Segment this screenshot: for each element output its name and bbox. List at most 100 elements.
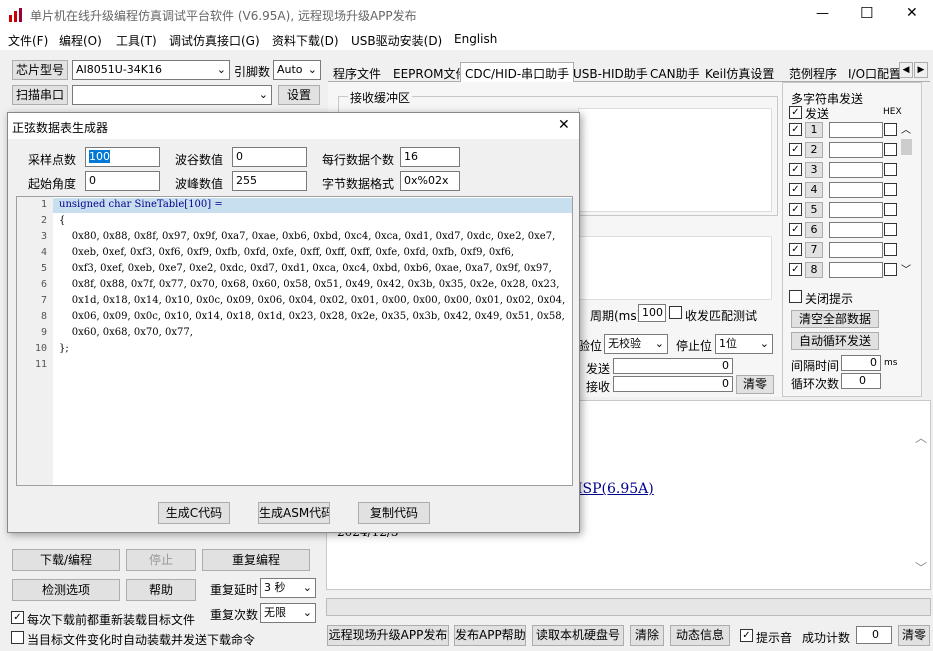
row-send-button[interactable]: 2 xyxy=(805,142,823,158)
tab-cdc-hid-serial[interactable]: CDC/HID-串口助手 xyxy=(460,62,575,83)
close-prompt-checkbox[interactable] xyxy=(789,290,802,303)
tab-can[interactable]: CAN助手 xyxy=(650,65,700,82)
row-send-checkbox[interactable]: ✓ xyxy=(789,263,802,276)
row-send-checkbox[interactable]: ✓ xyxy=(789,203,802,216)
row-hex-checkbox[interactable] xyxy=(884,143,897,156)
auto-loop-button[interactable]: 自动循环发送 xyxy=(791,332,879,350)
row-string-input[interactable] xyxy=(829,222,883,238)
help-button[interactable]: 帮助 xyxy=(126,579,196,601)
dynamic-info-button[interactable]: 动态信息 xyxy=(670,625,730,646)
loop-count-input[interactable]: 0 xyxy=(841,373,881,389)
code-editor[interactable]: 1 unsigned char SineTable[100] = 2 {3 0x80,… xyxy=(16,196,573,486)
minimize-button[interactable]: — xyxy=(816,6,829,21)
row-string-input[interactable] xyxy=(829,162,883,178)
menu-tools[interactable]: 工具(T) xyxy=(116,32,157,49)
generate-c-button[interactable]: 生成C代码 xyxy=(158,502,230,524)
dialog-close-button[interactable]: ✕ xyxy=(558,117,570,133)
menu-program[interactable]: 编程(O) xyxy=(59,32,102,49)
log-scroll-down-icon[interactable]: ﹀ xyxy=(915,559,927,576)
log-scroll-up-icon[interactable]: ︿ xyxy=(915,429,927,446)
row-hex-checkbox[interactable] xyxy=(884,243,897,256)
row-send-checkbox[interactable]: ✓ xyxy=(789,183,802,196)
row-hex-checkbox[interactable] xyxy=(884,263,897,276)
per-line-input[interactable]: 16 xyxy=(400,147,460,167)
row-send-checkbox[interactable]: ✓ xyxy=(789,243,802,256)
port-select[interactable]: ⌄ xyxy=(72,85,272,105)
recv-text-area[interactable] xyxy=(578,108,772,212)
row-send-button[interactable]: 8 xyxy=(805,262,823,278)
menu-file[interactable]: 文件(F) xyxy=(8,32,48,49)
download-button[interactable]: 下载/编程 xyxy=(12,549,120,571)
stop-button[interactable]: 停止 xyxy=(126,549,196,571)
period-input[interactable]: 100 xyxy=(638,304,666,322)
publish-app-button[interactable]: 远程现场升级APP发布 xyxy=(327,625,449,646)
row-string-input[interactable] xyxy=(829,202,883,218)
menu-debug[interactable]: 调试仿真接口(G) xyxy=(169,32,260,49)
tab-program-file[interactable]: 程序文件 xyxy=(333,65,381,82)
repeat-delay-select[interactable]: 3 秒 ⌄ xyxy=(260,578,316,598)
clear-count-button[interactable]: 清零 xyxy=(736,375,774,394)
row-hex-checkbox[interactable] xyxy=(884,123,897,136)
chip-model-button[interactable]: 芯片型号 xyxy=(12,60,68,80)
check-options-button[interactable]: 检测选项 xyxy=(12,579,120,601)
tab-eeprom-file[interactable]: EEPROM文件 xyxy=(393,65,468,82)
menu-english[interactable]: English xyxy=(454,32,497,46)
send-text-area[interactable] xyxy=(578,236,772,300)
multi-scrollbar[interactable]: ︿ ﹀ xyxy=(899,121,913,276)
tab-scroll-left-icon[interactable]: ◀ xyxy=(899,62,913,78)
clear-success-button[interactable]: 清零 xyxy=(898,625,930,646)
row-string-input[interactable] xyxy=(829,122,883,138)
maximize-button[interactable]: ☐ xyxy=(860,4,873,22)
peak-input[interactable]: 255 xyxy=(232,171,307,191)
row-hex-checkbox[interactable] xyxy=(884,163,897,176)
tab-io-config[interactable]: I/O口配置 xyxy=(848,65,900,82)
menu-download[interactable]: 资料下载(D) xyxy=(272,32,339,49)
row-string-input[interactable] xyxy=(829,142,883,158)
repeat-count-select[interactable]: 无限 ⌄ xyxy=(260,603,316,623)
stop-bit-select[interactable]: 1位 ⌄ xyxy=(715,334,773,354)
valley-input[interactable]: 0 xyxy=(232,147,307,167)
generate-asm-button[interactable]: 生成ASM代码 xyxy=(258,502,330,524)
scroll-down-icon[interactable]: ﹀ xyxy=(901,261,911,276)
row-send-checkbox[interactable]: ✓ xyxy=(789,143,802,156)
read-hdd-button[interactable]: 读取本机硬盘号 xyxy=(532,625,624,646)
chip-model-select[interactable]: AI8051U-34K16 ⌄ xyxy=(72,60,230,80)
recv-match-checkbox[interactable] xyxy=(669,306,682,319)
copy-code-button[interactable]: 复制代码 xyxy=(358,502,430,524)
scroll-thumb[interactable] xyxy=(901,139,912,155)
pins-select[interactable]: Auto ⌄ xyxy=(273,60,321,80)
row-send-button[interactable]: 4 xyxy=(805,182,823,198)
publish-help-button[interactable]: 发布APP帮助 xyxy=(454,625,526,646)
check-bit-select[interactable]: 无校验 ⌄ xyxy=(604,334,668,354)
scan-port-button[interactable]: 扫描串口 xyxy=(12,85,68,105)
clear-log-button[interactable]: 清除 xyxy=(630,625,664,646)
tab-examples[interactable]: 范例程序 xyxy=(789,65,837,82)
row-send-button[interactable]: 7 xyxy=(805,242,823,258)
row-send-button[interactable]: 1 xyxy=(805,122,823,138)
samples-input[interactable]: 100 xyxy=(85,147,160,167)
row-send-button[interactable]: 6 xyxy=(805,222,823,238)
reprogram-button[interactable]: 重复编程 xyxy=(202,549,310,571)
row-send-checkbox[interactable]: ✓ xyxy=(789,223,802,236)
row-send-button[interactable]: 3 xyxy=(805,162,823,178)
clear-all-button[interactable]: 清空全部数据 xyxy=(791,310,879,328)
scroll-up-icon[interactable]: ︿ xyxy=(901,121,911,136)
log-link[interactable]: ISP(6.95A) xyxy=(577,481,654,497)
reload-before-download-checkbox[interactable]: ✓ xyxy=(11,611,24,624)
tab-keil-settings[interactable]: Keil仿真设置 xyxy=(705,65,774,82)
row-send-checkbox[interactable]: ✓ xyxy=(789,163,802,176)
format-input[interactable]: 0x%02x xyxy=(400,171,460,191)
row-hex-checkbox[interactable] xyxy=(884,203,897,216)
row-string-input[interactable] xyxy=(829,182,883,198)
menu-usb-driver[interactable]: USB驱动安装(D) xyxy=(351,32,442,49)
row-hex-checkbox[interactable] xyxy=(884,183,897,196)
send-all-checkbox[interactable]: ✓ xyxy=(789,106,802,119)
tab-scroll-right-icon[interactable]: ▶ xyxy=(914,62,928,78)
close-button[interactable]: ✕ xyxy=(906,5,918,21)
beep-checkbox[interactable]: ✓ xyxy=(740,629,753,642)
interval-input[interactable]: 0 xyxy=(841,355,881,371)
row-string-input[interactable] xyxy=(829,262,883,278)
row-string-input[interactable] xyxy=(829,242,883,258)
row-hex-checkbox[interactable] xyxy=(884,223,897,236)
tab-usb-hid[interactable]: USB-HID助手 xyxy=(573,65,648,82)
